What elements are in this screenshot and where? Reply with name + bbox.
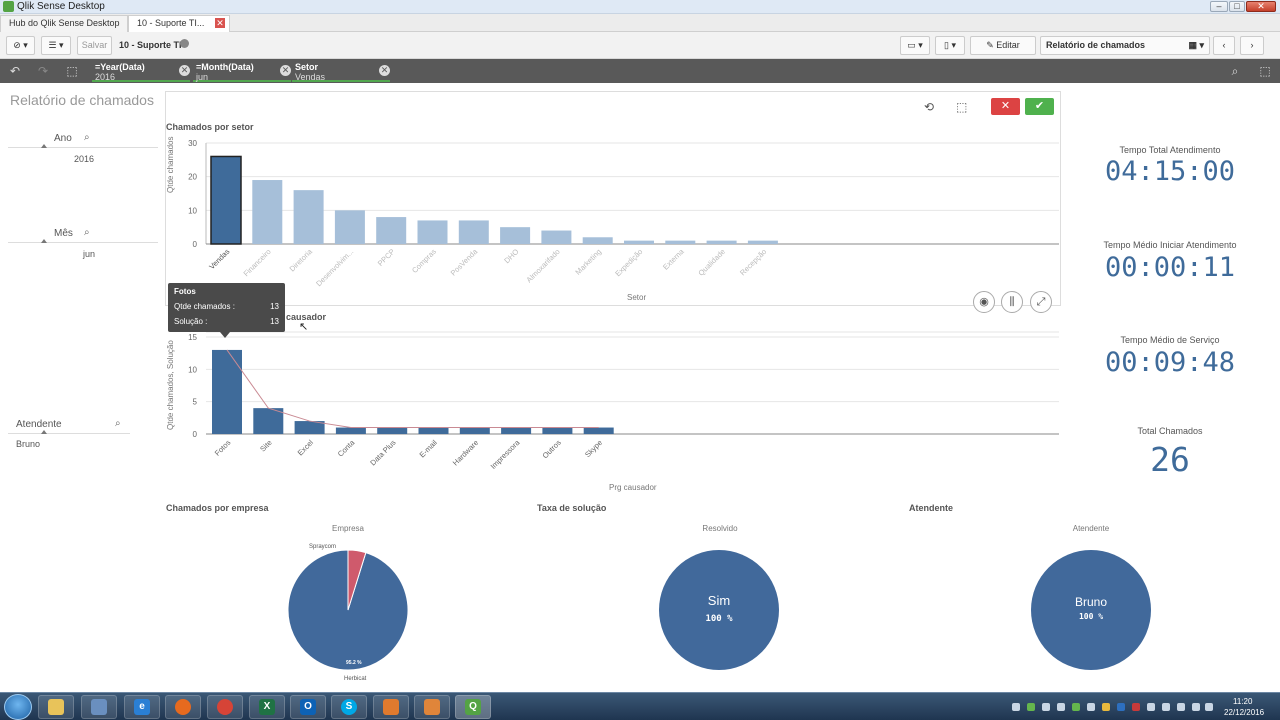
tray-icon[interactable] <box>1132 703 1140 711</box>
app-orange-icon <box>383 699 399 715</box>
tray-icon[interactable] <box>1012 703 1020 711</box>
pie-slice <box>659 550 779 670</box>
pie-slice-label: Herbicat <box>344 676 367 682</box>
folder-icon <box>48 699 64 715</box>
tray-icon[interactable] <box>1027 703 1035 711</box>
cloud-icon[interactable] <box>1205 703 1213 711</box>
internet-explorer-icon: e <box>134 699 150 715</box>
taskbar-app-orange-2[interactable] <box>414 695 450 719</box>
taskbar-ie[interactable]: e <box>124 695 160 719</box>
taskbar-skype[interactable]: S <box>331 695 367 719</box>
start-button[interactable] <box>4 694 32 720</box>
taskbar-network[interactable] <box>81 695 117 719</box>
pie-slice-label: Spraycom <box>309 544 336 550</box>
tray-icon[interactable] <box>1042 703 1050 711</box>
tray-icon[interactable] <box>1177 703 1185 711</box>
pie-center-pct: 100 % <box>1079 612 1103 621</box>
clock-time[interactable]: 11:20 <box>1233 697 1252 706</box>
chrome-icon <box>217 699 233 715</box>
taskbar-explorer[interactable] <box>38 695 74 719</box>
taskbar-chrome[interactable] <box>207 695 243 719</box>
qlik-icon: Q <box>465 699 481 715</box>
tray-icon[interactable] <box>1057 703 1065 711</box>
tray-icon[interactable] <box>1147 703 1155 711</box>
pie-slice <box>1031 550 1151 670</box>
taskbar-outlook[interactable]: O <box>290 695 326 719</box>
taskbar-qlik[interactable]: Q <box>455 695 491 719</box>
volume-icon[interactable] <box>1192 703 1200 711</box>
tray-icon[interactable] <box>1072 703 1080 711</box>
pie-center-pct: 100 % <box>705 614 733 624</box>
clock-date[interactable]: 22/12/2016 <box>1224 708 1264 717</box>
taskbar-firefox[interactable] <box>165 695 201 719</box>
tray-icon[interactable] <box>1117 703 1125 711</box>
firefox-icon <box>175 699 191 715</box>
pie-charts-svg: Spraycom Herbicat 95.2 % Sim 100 % Bruno… <box>287 544 1151 682</box>
tray-icon[interactable] <box>1102 703 1110 711</box>
excel-icon: X <box>259 699 275 715</box>
taskbar-excel[interactable]: X <box>249 695 285 719</box>
skype-icon: S <box>341 699 357 715</box>
app-orange-icon <box>424 699 440 715</box>
taskbar-app-orange[interactable] <box>373 695 409 719</box>
pie-slice-pct: 95.2 % <box>346 660 362 666</box>
pie-center-label: Bruno <box>1075 595 1107 609</box>
network-icon <box>91 699 107 715</box>
tray-icon[interactable] <box>1162 703 1170 711</box>
pie-center-label: Sim <box>708 593 730 608</box>
windows-taskbar: e X O S Q 11:20 22/12/2016 <box>0 692 1280 720</box>
tray-icon[interactable] <box>1087 703 1095 711</box>
outlook-icon: O <box>300 699 316 715</box>
